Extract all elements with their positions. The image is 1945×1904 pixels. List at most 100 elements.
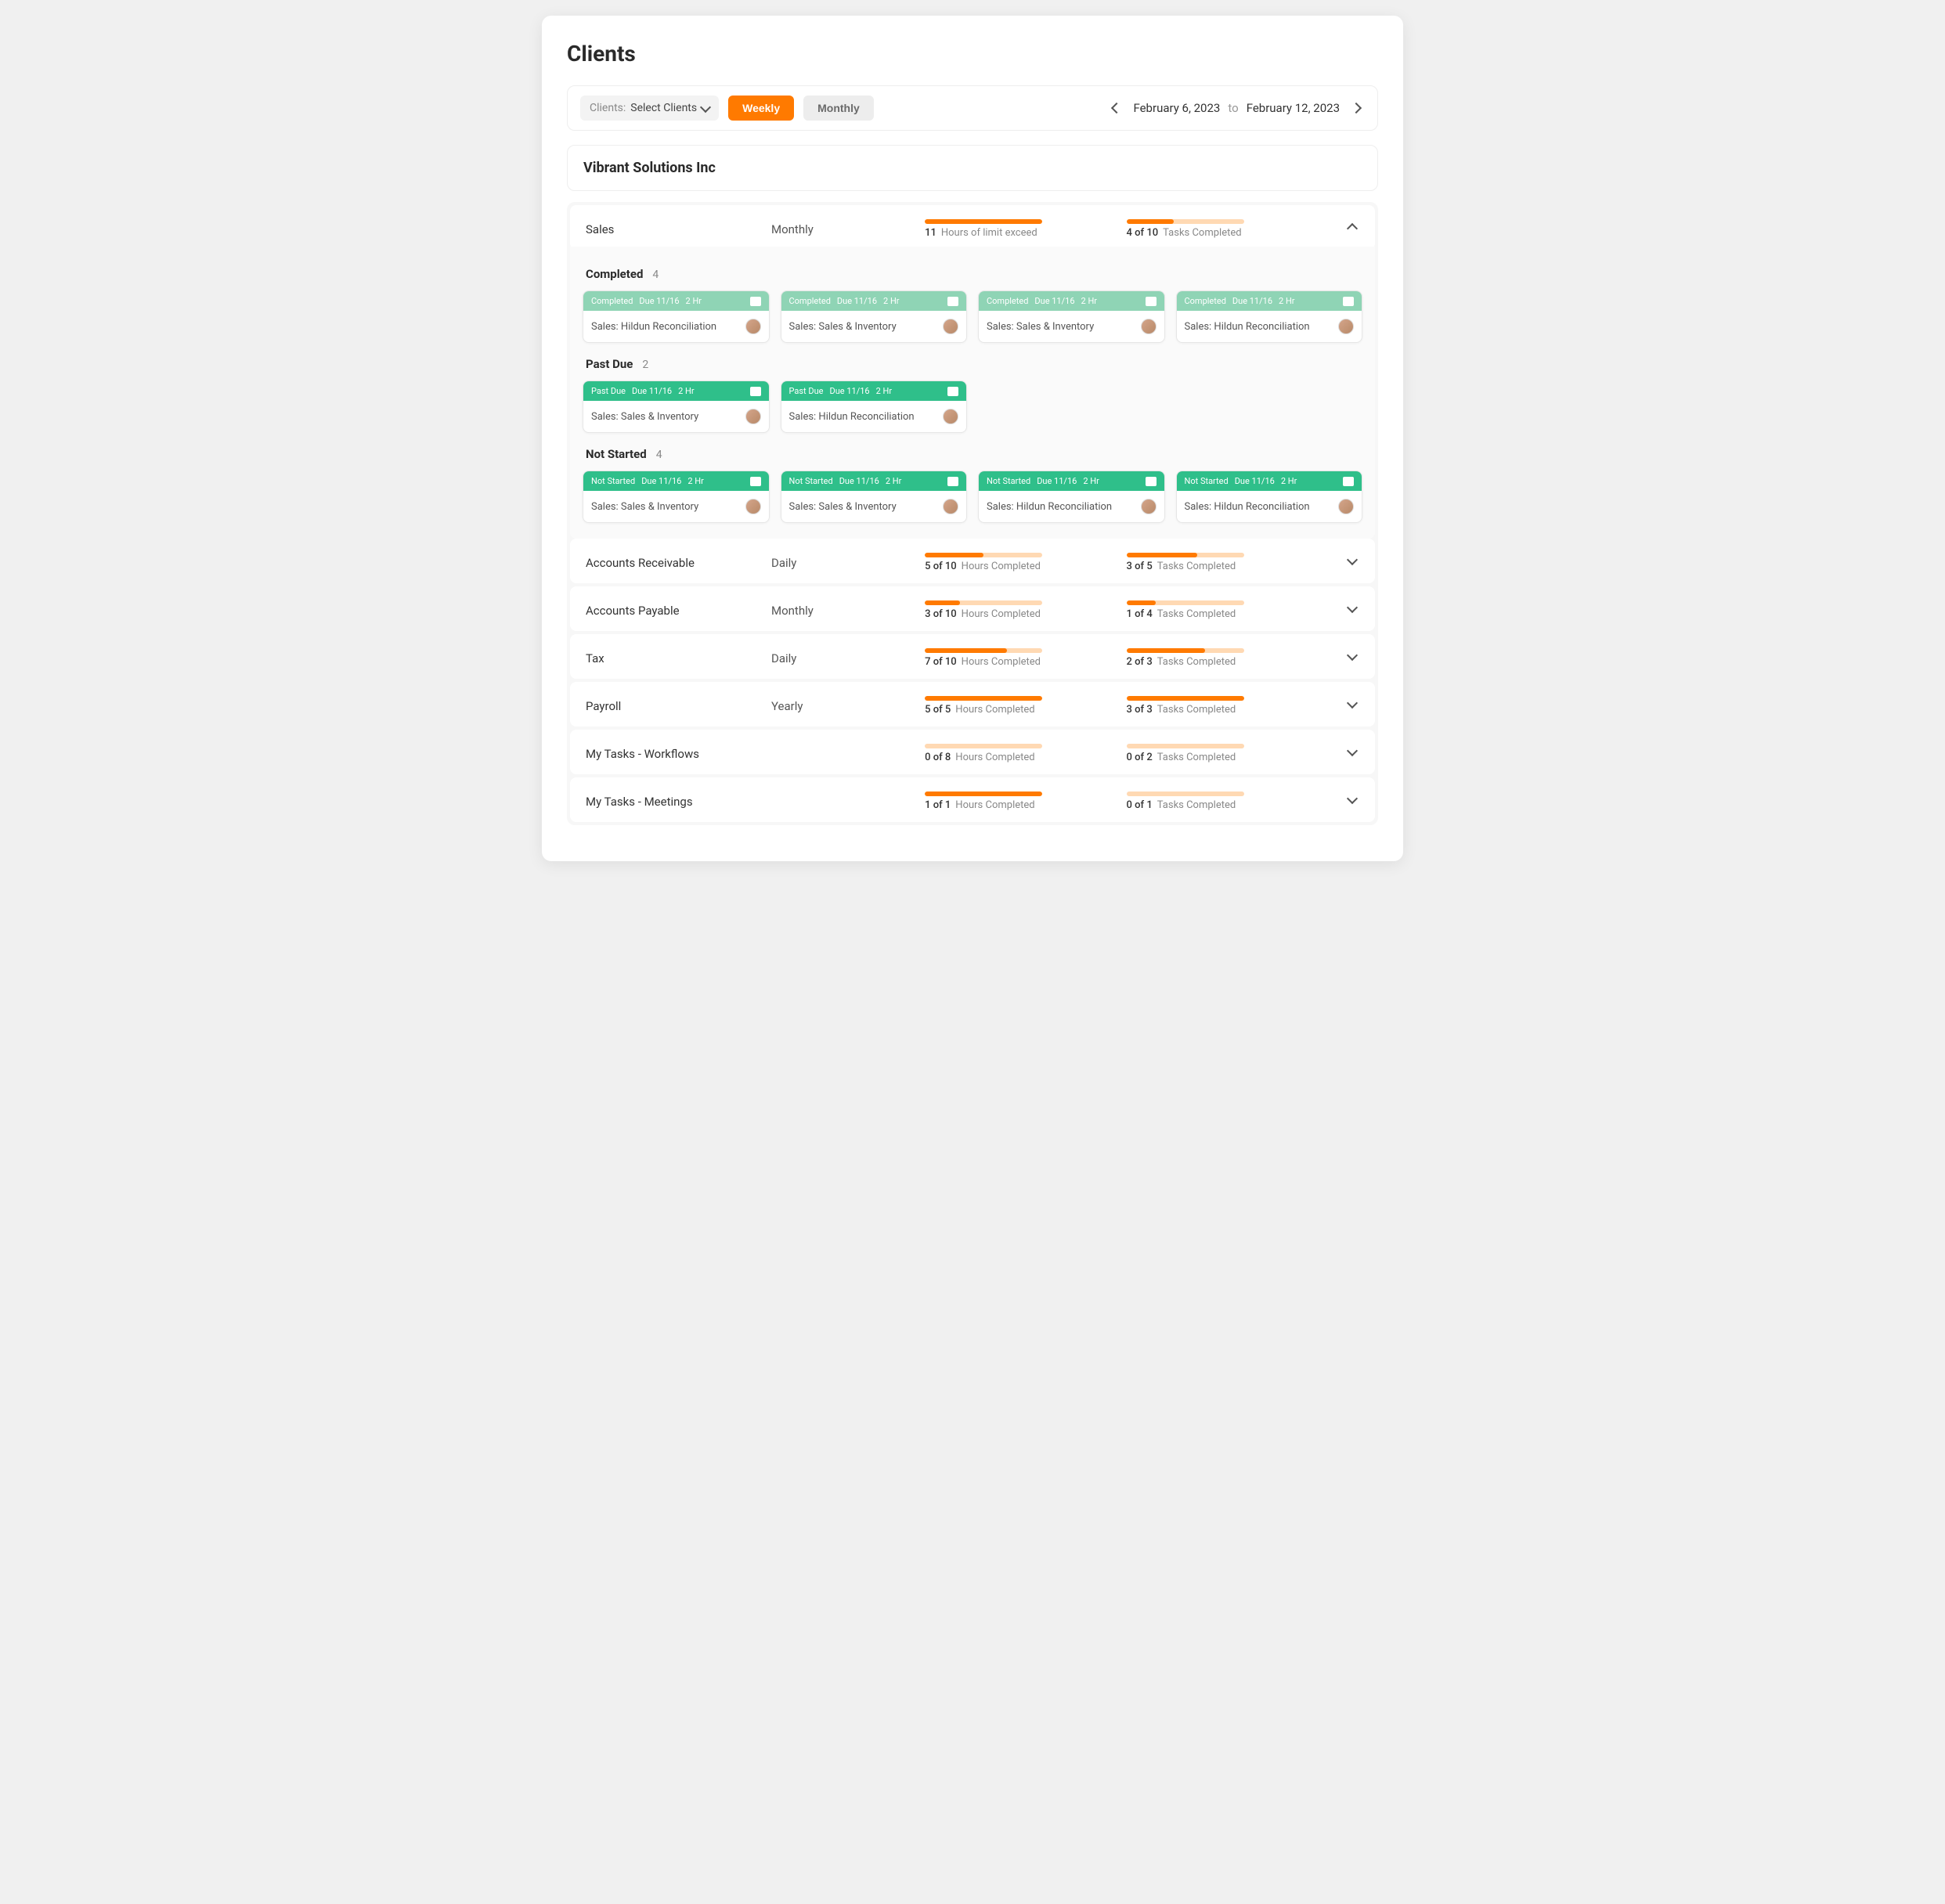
hours-progress-bar: [925, 744, 1042, 748]
category-frequency: Daily: [771, 648, 915, 665]
comment-icon[interactable]: [1146, 477, 1157, 486]
tasks-progress-bar: [1127, 219, 1244, 224]
avatar[interactable]: [745, 409, 761, 424]
task-card[interactable]: Completed Due 11/16 2 Hr Sales: Hildun R…: [583, 290, 770, 343]
tasks-metric: 4 of 10Tasks Completed: [1127, 219, 1319, 239]
avatar[interactable]: [1338, 499, 1354, 514]
task-title: Sales: Hildun Reconciliation: [1185, 501, 1310, 513]
task-card-body: Sales: Sales & Inventory: [583, 401, 769, 432]
comment-icon[interactable]: [947, 477, 958, 486]
hours-metric: 11Hours of limit exceed: [925, 219, 1117, 239]
task-due: Due 11/16: [639, 296, 679, 306]
avatar[interactable]: [745, 499, 761, 514]
category-name: Sales: [586, 219, 762, 236]
task-status: Not Started: [1185, 476, 1229, 486]
expand-button[interactable]: [1345, 600, 1359, 619]
section-count: 2: [642, 359, 648, 371]
tasks-number: 1 of 4: [1127, 608, 1153, 620]
task-card[interactable]: Past Due Due 11/16 2 Hr Sales: Hildun Re…: [781, 380, 968, 433]
avatar[interactable]: [1338, 319, 1354, 334]
tasks-progress-bar: [1127, 696, 1244, 701]
next-week-button[interactable]: [1348, 98, 1365, 119]
expand-button[interactable]: [1345, 553, 1359, 572]
comment-icon[interactable]: [750, 477, 761, 486]
expand-button[interactable]: [1345, 792, 1359, 810]
task-card[interactable]: Completed Due 11/16 2 Hr Sales: Sales & …: [781, 290, 968, 343]
task-card-header: Completed Due 11/16 2 Hr: [979, 291, 1164, 311]
comment-icon[interactable]: [750, 387, 761, 396]
weekly-tab[interactable]: Weekly: [728, 96, 794, 121]
comment-icon[interactable]: [947, 297, 958, 306]
hours-progress-fill: [925, 648, 1007, 653]
clients-dropdown[interactable]: Clients: Select Clients: [580, 96, 719, 121]
expand-button[interactable]: [1345, 744, 1359, 763]
hours-progress-fill: [925, 553, 983, 557]
comment-icon[interactable]: [1343, 477, 1354, 486]
expand-button[interactable]: [1345, 648, 1359, 667]
task-due: Due 11/16: [829, 386, 869, 396]
category-frequency: Monthly: [771, 600, 915, 618]
tasks-progress-bar: [1127, 648, 1244, 653]
prev-week-button[interactable]: [1108, 98, 1125, 119]
comment-icon[interactable]: [947, 387, 958, 396]
chevron-down-icon: [1347, 698, 1358, 709]
task-card[interactable]: Past Due Due 11/16 2 Hr Sales: Sales & I…: [583, 380, 770, 433]
task-card[interactable]: Not Started Due 11/16 2 Hr Sales: Sales …: [781, 471, 968, 523]
avatar[interactable]: [943, 409, 958, 424]
task-status: Not Started: [591, 476, 635, 486]
tasks-progress-fill: [1127, 219, 1174, 224]
task-card-header: Past Due Due 11/16 2 Hr: [781, 381, 967, 401]
hours-metric: 3 of 10Hours Completed: [925, 600, 1117, 620]
tasks-metric: 0 of 1Tasks Completed: [1127, 792, 1319, 811]
comment-icon[interactable]: [750, 297, 761, 306]
expand-button[interactable]: [1345, 696, 1359, 715]
task-title: Sales: Hildun Reconciliation: [987, 501, 1112, 513]
avatar[interactable]: [1141, 499, 1157, 514]
category-frequency: Monthly: [771, 219, 915, 236]
task-card[interactable]: Not Started Due 11/16 2 Hr Sales: Hildun…: [978, 471, 1165, 523]
monthly-tab[interactable]: Monthly: [803, 96, 874, 121]
tasks-label: Tasks Completed: [1157, 608, 1236, 620]
filter-bar: Clients: Select Clients Weekly Monthly F…: [567, 85, 1378, 131]
chevron-down-icon: [1347, 745, 1358, 756]
clients-label: Clients:: [590, 102, 626, 114]
tasks-metric: 3 of 3Tasks Completed: [1127, 696, 1319, 716]
tasks-label: Tasks Completed: [1157, 799, 1236, 811]
task-card-header: Past Due Due 11/16 2 Hr: [583, 381, 769, 401]
tasks-metric: 1 of 4 Tasks Completed: [1127, 600, 1319, 620]
collapse-button[interactable]: [1345, 219, 1359, 238]
category-frequency: Daily: [771, 553, 915, 570]
task-due: Due 11/16: [1034, 296, 1074, 306]
category-row: Accounts Receivable Daily 5 of 10Hours C…: [570, 539, 1375, 583]
task-status: Not Started: [987, 476, 1030, 486]
category-name: Accounts Receivable: [586, 553, 762, 570]
avatar[interactable]: [745, 319, 761, 334]
comment-icon[interactable]: [1343, 297, 1354, 306]
task-title: Sales: Sales & Inventory: [789, 321, 897, 333]
hours-metric: 0 of 8Hours Completed: [925, 744, 1117, 763]
task-card[interactable]: Not Started Due 11/16 2 Hr Sales: Hildun…: [1176, 471, 1363, 523]
hours-number: 3 of 10: [925, 608, 957, 620]
avatar[interactable]: [943, 319, 958, 334]
task-card-body: Sales: Sales & Inventory: [781, 311, 967, 342]
task-card-header: Not Started Due 11/16 2 Hr: [979, 471, 1164, 491]
comment-icon[interactable]: [1146, 297, 1157, 306]
avatar[interactable]: [1141, 319, 1157, 334]
avatar[interactable]: [943, 499, 958, 514]
hours-progress-bar: [925, 600, 1042, 605]
chevron-down-icon: [1347, 793, 1358, 804]
tasks-label: Tasks Completed: [1157, 656, 1236, 668]
category-frequency: Yearly: [771, 696, 915, 713]
date-end: February 12, 2023: [1247, 101, 1340, 115]
hours-metric: 1 of 1Hours Completed: [925, 792, 1117, 811]
task-card[interactable]: Not Started Due 11/16 2 Hr Sales: Sales …: [583, 471, 770, 523]
hours-label: Hours Completed: [962, 656, 1041, 668]
task-card[interactable]: Completed Due 11/16 2 Hr Sales: Sales & …: [978, 290, 1165, 343]
task-card-body: Sales: Hildun Reconciliation: [1177, 491, 1362, 522]
task-card[interactable]: Completed Due 11/16 2 Hr Sales: Hildun R…: [1176, 290, 1363, 343]
task-status: Not Started: [789, 476, 833, 486]
task-card-grid: Completed Due 11/16 2 Hr Sales: Hildun R…: [583, 290, 1362, 343]
task-card-grid: Not Started Due 11/16 2 Hr Sales: Sales …: [583, 471, 1362, 523]
category-row-sales: Sales Monthly 11Hours of limit exceed 4 …: [570, 205, 1375, 250]
task-title: Sales: Hildun Reconciliation: [591, 321, 716, 333]
